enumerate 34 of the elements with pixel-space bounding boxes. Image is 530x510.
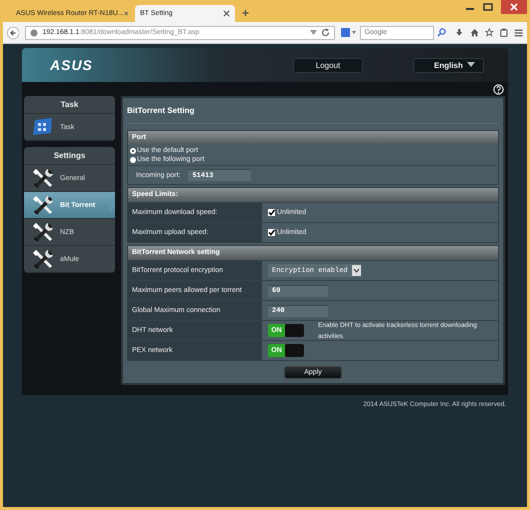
dropdown-icon bbox=[352, 265, 361, 276]
language-dropdown[interactable]: English bbox=[413, 58, 484, 72]
download-icon[interactable] bbox=[455, 27, 464, 38]
logout-button[interactable]: Logout bbox=[293, 58, 363, 72]
logo: ASUS bbox=[50, 57, 93, 73]
page-title: BitTorrent Setting bbox=[127, 98, 499, 124]
search-icon[interactable] bbox=[437, 28, 446, 37]
star-icon[interactable] bbox=[485, 27, 494, 38]
new-tab-button[interactable]: + bbox=[237, 5, 254, 22]
wrench-screwdriver-icon bbox=[32, 168, 54, 188]
wrench-screwdriver-icon bbox=[32, 195, 54, 215]
caret-icon bbox=[467, 62, 475, 68]
dropdown-icon[interactable] bbox=[310, 30, 318, 36]
wrench-screwdriver-icon bbox=[32, 249, 54, 269]
checkbox[interactable] bbox=[268, 229, 275, 236]
task-icon bbox=[32, 118, 54, 136]
wrench-screwdriver-icon bbox=[32, 222, 54, 242]
radio-icon[interactable] bbox=[130, 156, 136, 162]
menu-icon[interactable] bbox=[514, 28, 523, 38]
close-icon[interactable] bbox=[124, 10, 128, 17]
sidebar-heading: Task bbox=[24, 96, 115, 114]
back-icon[interactable] bbox=[7, 24, 20, 40]
radio-icon[interactable] bbox=[130, 148, 136, 154]
close-icon[interactable] bbox=[223, 10, 230, 17]
close-icon[interactable] bbox=[501, 0, 527, 14]
home-icon[interactable] bbox=[470, 27, 480, 38]
globe-icon bbox=[30, 28, 38, 36]
help-icon[interactable] bbox=[493, 84, 504, 94]
search-engine-icon[interactable] bbox=[341, 28, 358, 37]
clipboard-icon[interactable] bbox=[500, 27, 508, 38]
sidebar-heading: Settings bbox=[24, 147, 115, 165]
maximize-icon[interactable] bbox=[483, 3, 493, 11]
reload-icon[interactable] bbox=[321, 28, 330, 37]
checkbox[interactable] bbox=[268, 209, 275, 216]
